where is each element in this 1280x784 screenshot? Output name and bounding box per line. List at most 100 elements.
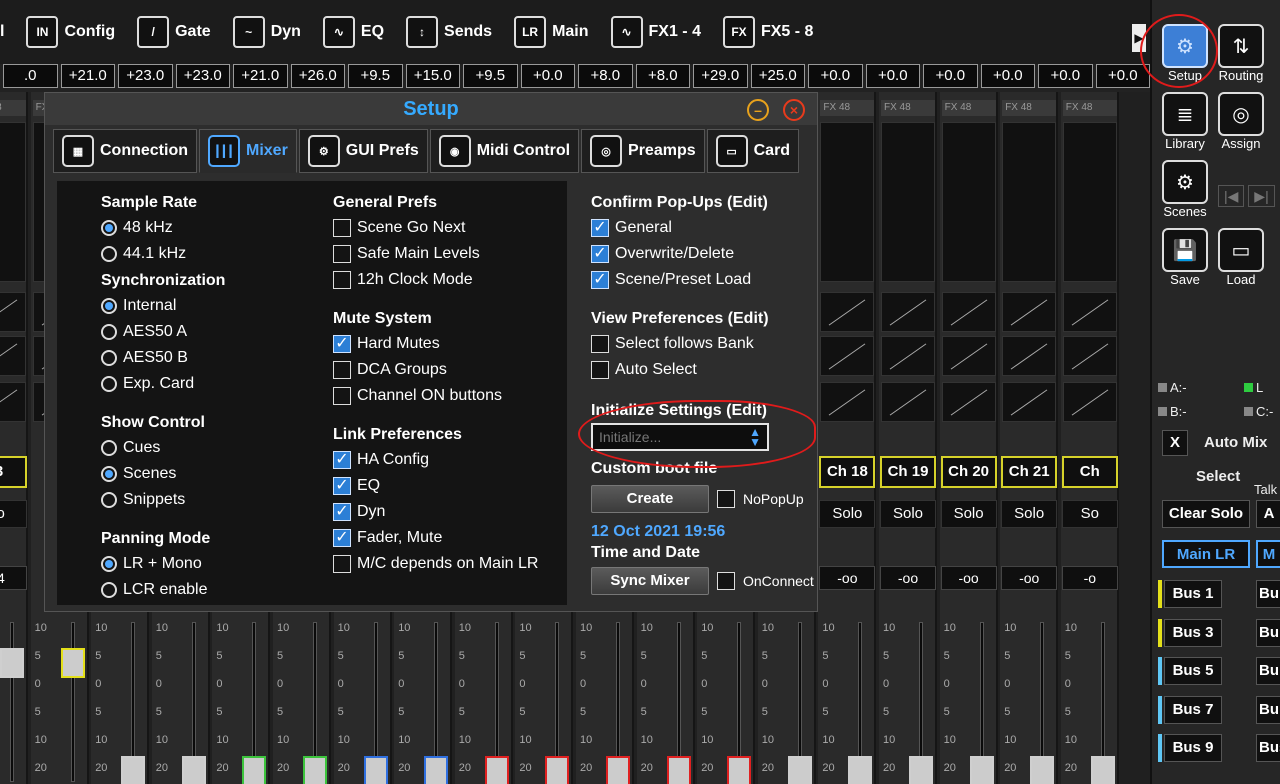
curve-thumbnail[interactable] xyxy=(1002,336,1057,376)
clear-solo-button[interactable]: Clear Solo xyxy=(1162,500,1250,528)
curve-thumbnail[interactable] xyxy=(881,292,935,332)
channel-label[interactable]: Ch xyxy=(1061,456,1118,488)
gain-value[interactable]: +26.0 xyxy=(290,64,345,88)
tab-card[interactable]: ▭ Card xyxy=(706,129,800,173)
option-view-prefs[interactable]: Select follows Bank xyxy=(591,331,769,357)
fader-knob[interactable] xyxy=(484,756,509,784)
gain-value[interactable]: .0 xyxy=(3,64,58,88)
tab-preamps[interactable]: ◎ Preamps xyxy=(581,129,705,173)
gain-value[interactable]: +8.0 xyxy=(578,64,633,88)
talk-a-button[interactable]: A xyxy=(1256,500,1280,528)
option-confirm[interactable]: ✓ Overwrite/Delete xyxy=(591,241,768,267)
bus-button[interactable]: Bus 3 xyxy=(1164,618,1222,647)
fader-knob[interactable] xyxy=(727,756,752,784)
curve-thumbnail[interactable] xyxy=(0,292,26,332)
checkbox-icon[interactable] xyxy=(333,245,351,263)
channel-label[interactable]: Ch 21 xyxy=(1001,456,1058,488)
fader-track[interactable] xyxy=(70,622,75,782)
fader-knob[interactable] xyxy=(424,756,449,784)
curve-thumbnail[interactable] xyxy=(941,382,996,422)
nav-load-button[interactable]: ▭ Load xyxy=(1216,228,1266,288)
fx-header[interactable]: FX 48 xyxy=(941,100,996,116)
tab-eq[interactable]: ∿ EQ xyxy=(315,0,398,64)
option-mute-system[interactable]: ✓ Hard Mutes xyxy=(333,331,502,357)
bus-button[interactable]: Bus 9 xyxy=(1164,734,1222,762)
option-panning[interactable]: LCR enable xyxy=(101,577,210,603)
fader-knob[interactable] xyxy=(121,756,146,784)
fader-knob[interactable] xyxy=(969,756,994,784)
checkbox-icon[interactable]: ✓ xyxy=(591,245,609,263)
radio-icon[interactable] xyxy=(101,246,117,262)
tab-sends[interactable]: ↕ Sends xyxy=(398,0,506,64)
gain-value[interactable]: +9.5 xyxy=(348,64,403,88)
fader-knob[interactable] xyxy=(1030,756,1055,784)
radio-icon[interactable] xyxy=(101,350,117,366)
gain-value[interactable]: +15.0 xyxy=(405,64,460,88)
gain-value[interactable]: +25.0 xyxy=(750,64,805,88)
radio-icon[interactable] xyxy=(101,556,117,572)
checkbox-icon[interactable]: ✓ xyxy=(333,503,351,521)
fader-knob[interactable] xyxy=(363,756,388,784)
bus-button[interactable]: Bus 5 xyxy=(1164,657,1222,685)
tab-connection[interactable]: ▦ Connection xyxy=(53,129,197,173)
gain-value[interactable]: +0.0 xyxy=(808,64,863,88)
fader-track[interactable] xyxy=(10,622,14,782)
option-sample-rate[interactable]: 44.1 kHz xyxy=(101,241,197,267)
checkbox-icon[interactable] xyxy=(591,335,609,353)
radio-icon[interactable] xyxy=(101,582,117,598)
gain-value[interactable]: +23.0 xyxy=(118,64,173,88)
checkbox-icon[interactable]: ✓ xyxy=(333,529,351,547)
radio-icon[interactable] xyxy=(101,298,117,314)
sync-mixer-button[interactable]: Sync Mixer xyxy=(591,567,709,595)
curve-thumbnail[interactable] xyxy=(1002,292,1057,332)
option-general-prefs[interactable]: Scene Go Next xyxy=(333,215,480,241)
fx-header[interactable]: FX 48 xyxy=(1002,100,1057,116)
tab-midi-control[interactable]: ◉ Midi Control xyxy=(429,129,580,173)
curve-thumbnail[interactable] xyxy=(941,292,996,332)
option-link-prefs[interactable]: ✓ Fader, Mute xyxy=(333,525,538,551)
create-button[interactable]: Create xyxy=(591,485,709,513)
next-scene-icon[interactable]: ▶| xyxy=(1248,185,1275,207)
fader-knob[interactable] xyxy=(1090,756,1115,784)
channel-label[interactable]: 3 xyxy=(0,456,27,488)
gain-value[interactable]: +0.0 xyxy=(865,64,920,88)
checkbox-icon[interactable]: ✓ xyxy=(333,477,351,495)
fader-knob[interactable] xyxy=(545,756,570,784)
onconnect-checkbox[interactable] xyxy=(717,572,735,590)
bus-button-right[interactable]: Bu xyxy=(1256,618,1280,647)
curve-thumbnail[interactable] xyxy=(881,382,935,422)
fader-knob[interactable] xyxy=(787,756,812,784)
option-confirm[interactable]: ✓ Scene/Preset Load xyxy=(591,267,768,293)
checkbox-icon[interactable]: ✓ xyxy=(591,219,609,237)
gain-value[interactable]: +0.0 xyxy=(1038,64,1093,88)
tab-mixer[interactable]: ┃┃┃ Mixer xyxy=(199,129,297,173)
fx-header[interactable]: FX 48 xyxy=(1062,100,1117,116)
radio-icon[interactable] xyxy=(101,466,117,482)
option-sync[interactable]: AES50 A xyxy=(101,319,225,345)
checkbox-icon[interactable]: ✓ xyxy=(591,271,609,289)
prev-scene-icon[interactable]: |◀ xyxy=(1218,185,1245,207)
checkbox-icon[interactable] xyxy=(333,387,351,405)
option-sync[interactable]: Internal xyxy=(101,293,225,319)
radio-icon[interactable] xyxy=(101,376,117,392)
channel-label[interactable]: Ch 19 xyxy=(880,456,936,488)
solo-button[interactable]: So xyxy=(1061,500,1118,528)
tab-config[interactable]: IN Config xyxy=(18,0,129,64)
bus-button-right[interactable]: Bu xyxy=(1256,695,1280,724)
bus-button[interactable]: Bus 7 xyxy=(1164,695,1222,724)
bus-button-right[interactable]: Bu xyxy=(1256,580,1280,608)
checkbox-icon[interactable] xyxy=(591,361,609,379)
automix-x-button[interactable]: X xyxy=(1162,430,1188,456)
option-general-prefs[interactable]: Safe Main Levels xyxy=(333,241,480,267)
tab-dyn[interactable]: ~ Dyn xyxy=(225,0,315,64)
fader-knob[interactable] xyxy=(606,756,630,784)
nav-assign-button[interactable]: ◎ Assign xyxy=(1216,92,1266,152)
tab-gui-prefs[interactable]: ⚙ GUI Prefs xyxy=(298,129,428,173)
nopopup-checkbox[interactable] xyxy=(717,490,735,508)
solo-button[interactable]: Solo xyxy=(1001,500,1058,528)
nav-scenes-button[interactable]: ⚙ Scenes xyxy=(1160,160,1210,220)
curve-thumbnail[interactable] xyxy=(1062,336,1117,376)
channel-label[interactable]: Ch 20 xyxy=(940,456,997,488)
fader-knob[interactable] xyxy=(0,648,24,678)
option-sync[interactable]: Exp. Card xyxy=(101,371,225,397)
